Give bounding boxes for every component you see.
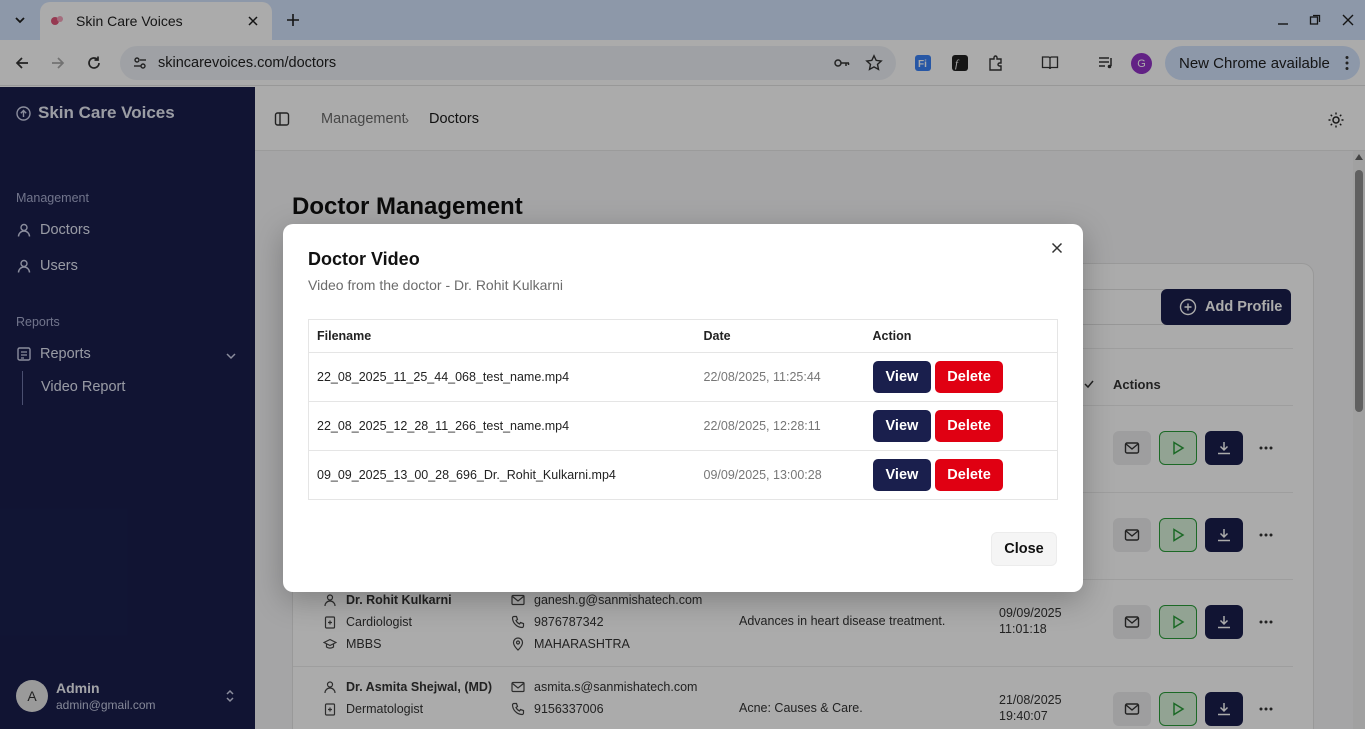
- table-row: 22_08_2025_12_28_11_266_test_name.mp4 22…: [308, 401, 1058, 451]
- video-filename: 22_08_2025_11_25_44_068_test_name.mp4: [308, 352, 696, 402]
- video-filename: 09_09_2025_13_00_28_696_Dr._Rohit_Kulkar…: [308, 450, 696, 500]
- table-row: 09_09_2025_13_00_28_696_Dr._Rohit_Kulkar…: [308, 450, 1058, 500]
- view-button[interactable]: View: [872, 459, 932, 491]
- doctor-video-dialog: Doctor Video Video from the doctor - Dr.…: [283, 224, 1083, 592]
- video-date: 22/08/2025, 12:28:11: [695, 401, 865, 451]
- column-header-filename: Filename: [308, 319, 696, 353]
- delete-button[interactable]: Delete: [935, 459, 1003, 491]
- delete-button[interactable]: Delete: [935, 410, 1003, 442]
- video-table: Filename Date Action 22_08_2025_11_25_44…: [308, 319, 1058, 500]
- column-header-date: Date: [695, 319, 865, 353]
- close-icon[interactable]: [1049, 240, 1065, 256]
- column-header-action: Action: [864, 319, 1058, 353]
- view-button[interactable]: View: [872, 361, 932, 393]
- dialog-subtitle: Video from the doctor - Dr. Rohit Kulkar…: [308, 277, 563, 293]
- video-date: 22/08/2025, 11:25:44: [695, 352, 865, 402]
- delete-button[interactable]: Delete: [935, 361, 1003, 393]
- table-header-row: Filename Date Action: [308, 319, 1058, 353]
- video-filename: 22_08_2025_12_28_11_266_test_name.mp4: [308, 401, 696, 451]
- video-date: 09/09/2025, 13:00:28: [695, 450, 865, 500]
- dialog-title: Doctor Video: [308, 249, 420, 269]
- table-row: 22_08_2025_11_25_44_068_test_name.mp4 22…: [308, 352, 1058, 402]
- close-button[interactable]: Close: [991, 532, 1057, 566]
- view-button[interactable]: View: [872, 410, 932, 442]
